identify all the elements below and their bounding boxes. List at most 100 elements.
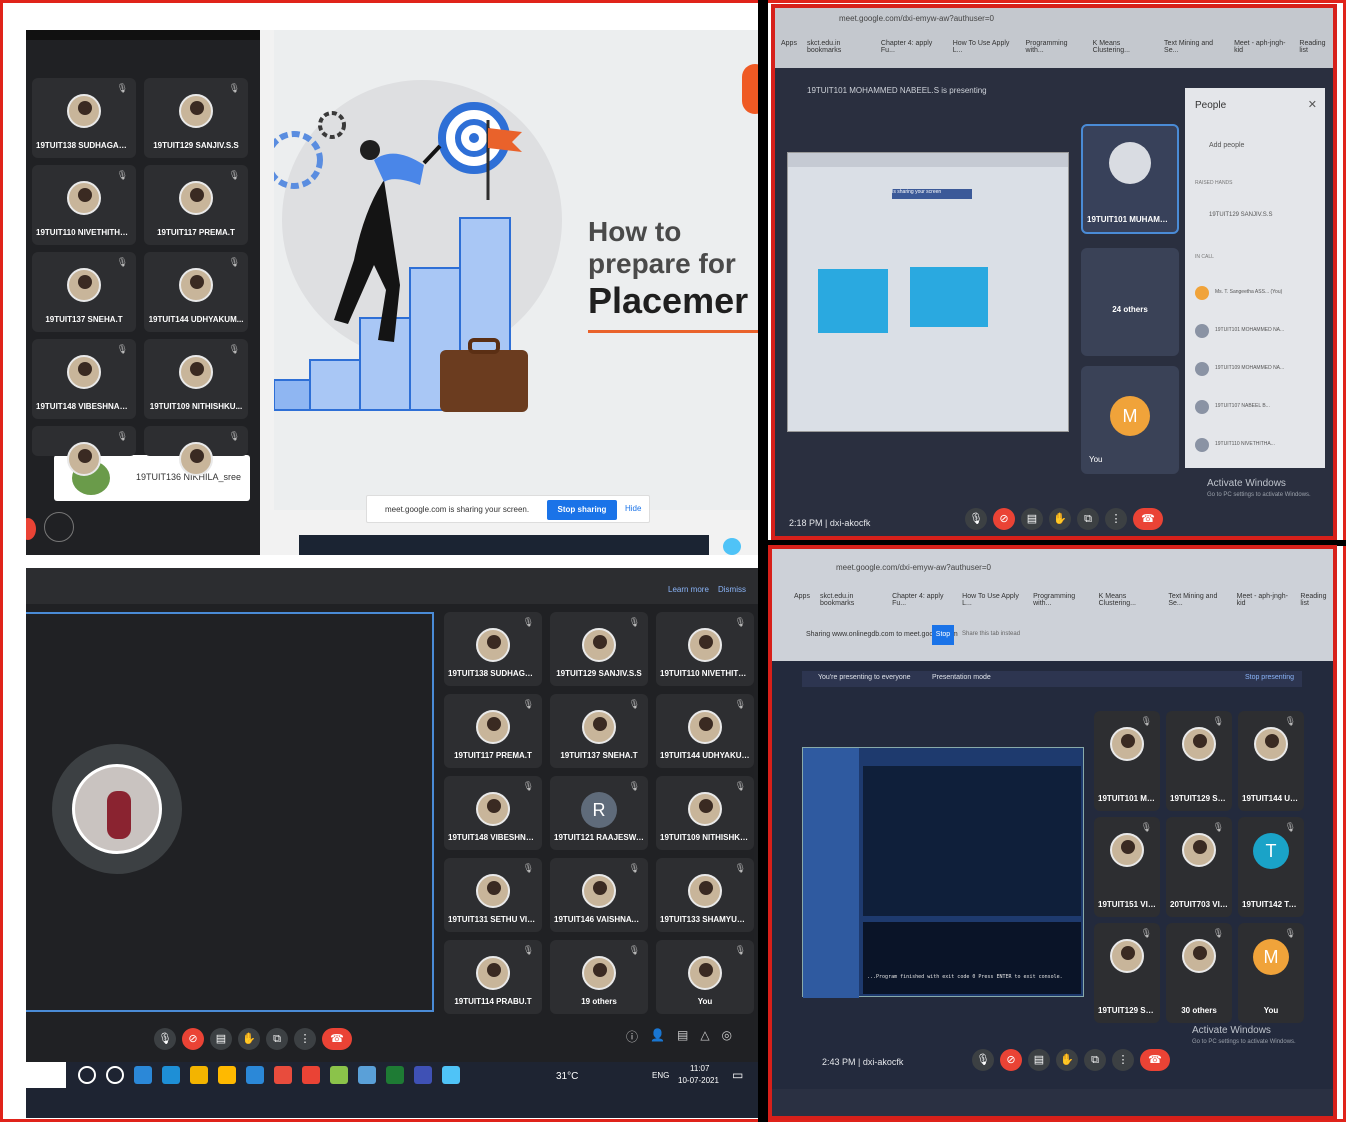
present-icon[interactable]: ⧉ [266, 1028, 288, 1050]
mic-icon[interactable]: 🎙 [965, 508, 987, 530]
console-output: ...Program finished with exit code 0 Pre… [867, 974, 1063, 980]
bookmark-item[interactable]: K Means Clustering... [1093, 40, 1154, 54]
powerpoint-icon[interactable] [302, 1066, 320, 1084]
excel-icon[interactable] [386, 1066, 404, 1084]
mic-icon[interactable]: 🎙 [972, 1049, 994, 1071]
app-icon[interactable] [330, 1066, 348, 1084]
present-icon[interactable]: ⧉ [1077, 508, 1099, 530]
present-icon[interactable]: ⧉ [1084, 1049, 1106, 1071]
people-row[interactable]: Ms. T. Sangeetha ASS... (You) [1195, 278, 1319, 316]
file-explorer-icon[interactable] [246, 1066, 264, 1084]
mail-icon[interactable] [134, 1066, 152, 1084]
bookmark-item[interactable]: How To Use Apply L... [962, 593, 1023, 607]
people-list: Ms. T. Sangeetha ASS... (You) 19TUIT101 M… [1195, 278, 1319, 468]
raise-hand-icon[interactable]: ✋ [238, 1028, 260, 1050]
people-row[interactable]: 19TUIT109 MOHAMMED NA... [1195, 354, 1319, 392]
help-icon[interactable] [723, 538, 741, 555]
share-tab-link[interactable]: Share this tab instead [962, 631, 1020, 637]
participant-name: 19TUIT129 SANJIV... [1170, 794, 1228, 803]
start-icon[interactable] [78, 1066, 96, 1084]
camera-off-icon[interactable]: ⊘ [182, 1028, 204, 1050]
taskbar-search-box[interactable] [26, 1062, 66, 1088]
mic-icon[interactable]: 🎙 [154, 1028, 176, 1050]
bookmark-item[interactable]: Text Mining and Se... [1164, 40, 1224, 54]
people-row[interactable]: 19TUIT107 NABEEL B... [1195, 392, 1319, 430]
main-speaker-tile [26, 612, 434, 1012]
notification-icon[interactable]: ▭ [732, 1068, 743, 1082]
bookmark-item[interactable]: Meet - aph-jngh-kid [1234, 40, 1289, 54]
presenting-label: You're presenting to everyone [818, 674, 911, 681]
browser-toolbar: meet.google.com/dxi-emyw-aw?authuser=0 A… [775, 8, 1333, 68]
participant-tile: 🎙 19TUIT146 VAISHNAVI.S [550, 858, 648, 932]
bookmark-item[interactable]: skct.edu.in bookmarks [820, 593, 882, 607]
camera-off-icon[interactable]: ⊘ [993, 508, 1015, 530]
people-row[interactable]: 19TUIT101 MOHAMMED NA... [1195, 316, 1319, 354]
people-row[interactable]: 19TUIT110 NIVETHITHA... [1195, 430, 1319, 468]
learn-more-link[interactable]: Learn more [668, 585, 709, 594]
url-bar[interactable]: meet.google.com/dxi-emyw-aw?authuser=0 [836, 563, 991, 572]
end-call-icon[interactable]: ☎ [322, 1028, 352, 1050]
avatar [688, 956, 722, 990]
hide-link[interactable]: Hide [625, 504, 641, 513]
caption-icon[interactable] [44, 512, 74, 542]
store-icon[interactable] [218, 1066, 236, 1084]
add-people-link[interactable]: Add people [1209, 142, 1244, 149]
letter-avatar: T [1253, 833, 1289, 869]
bookmark-item[interactable]: skct.edu.in bookmarks [807, 40, 871, 54]
app-icon[interactable] [414, 1066, 432, 1084]
mic-muted-icon: 🎙 [116, 257, 128, 267]
participant-name: 19TUIT129 SUDHASHRI... [1098, 1006, 1156, 1015]
captions-icon[interactable]: ▤ [1028, 1049, 1050, 1071]
avatar [67, 355, 101, 389]
taskbar-strip [299, 535, 709, 555]
help-icon[interactable] [442, 1066, 460, 1084]
mic-muted-icon: 🎙 [228, 344, 240, 354]
bookmark-item[interactable]: Reading list [1299, 40, 1333, 54]
bookmark-item[interactable]: Programming with... [1025, 40, 1082, 54]
bookmark-item[interactable]: Chapter 4: apply Fu... [881, 40, 943, 54]
chrome-icon[interactable] [190, 1066, 208, 1084]
mic-muted-icon: 🎙 [1140, 716, 1152, 726]
bookmark-item[interactable]: Chapter 4: apply Fu... [892, 593, 952, 607]
bookmark-item[interactable]: Reading list [1300, 593, 1333, 607]
stop-presenting-link[interactable]: Stop presenting [1245, 674, 1294, 681]
camera-off-icon[interactable]: ⊘ [1000, 1049, 1022, 1071]
captions-icon[interactable]: ▤ [210, 1028, 232, 1050]
app-icon[interactable] [358, 1066, 376, 1084]
activities-icon[interactable]: △ [700, 1028, 709, 1050]
bookmark-item[interactable]: Text Mining and Se... [1168, 593, 1226, 607]
end-call-icon[interactable]: ☎ [1140, 1049, 1170, 1071]
stop-share-button[interactable]: Stop [932, 625, 954, 645]
url-bar[interactable]: meet.google.com/dxi-emyw-aw?authuser=0 [839, 14, 994, 23]
edge-icon[interactable] [162, 1066, 180, 1084]
more-options-icon[interactable]: ⋮ [1112, 1049, 1134, 1071]
lock-icon[interactable]: ◎ [722, 1028, 732, 1050]
stop-sharing-button[interactable]: Stop sharing [547, 500, 617, 520]
participant-name: 19 others [581, 997, 617, 1006]
bookmark-item[interactable]: Programming with... [1033, 593, 1089, 607]
more-options-icon[interactable]: ⋮ [294, 1028, 316, 1050]
avatar [179, 268, 213, 302]
placement-illustration [274, 80, 562, 412]
chat-icon[interactable]: ▤ [677, 1028, 688, 1050]
participant-tile: 🎙 19TUIT129 SANJIV... [1166, 711, 1232, 811]
dismiss-link[interactable]: Dismiss [718, 585, 746, 594]
avatar [582, 628, 616, 662]
more-options-icon[interactable]: ⋮ [1105, 508, 1127, 530]
task-view-icon[interactable] [106, 1066, 124, 1084]
chrome-icon[interactable] [274, 1066, 292, 1084]
raise-hand-icon[interactable]: ✋ [1056, 1049, 1078, 1071]
participant-tile: 🎙 19 others [550, 940, 648, 1014]
bookmark-item[interactable]: How To Use Apply L... [953, 40, 1016, 54]
bookmark-item[interactable]: Apps [781, 40, 797, 54]
end-call-icon[interactable]: ☎ [1133, 508, 1163, 530]
bookmark-item[interactable]: Meet - aph-jngh-kid [1237, 593, 1291, 607]
captions-icon[interactable]: ▤ [1021, 508, 1043, 530]
bookmark-item[interactable]: Apps [794, 593, 810, 607]
info-icon[interactable]: ⓘ [626, 1028, 638, 1050]
bookmark-item[interactable]: K Means Clustering... [1099, 593, 1159, 607]
participant-tile: 🎙 [32, 426, 136, 476]
people-icon[interactable]: 👤 [650, 1028, 665, 1050]
raise-hand-icon[interactable]: ✋ [1049, 508, 1071, 530]
close-icon[interactable]: ✕ [1308, 98, 1317, 111]
